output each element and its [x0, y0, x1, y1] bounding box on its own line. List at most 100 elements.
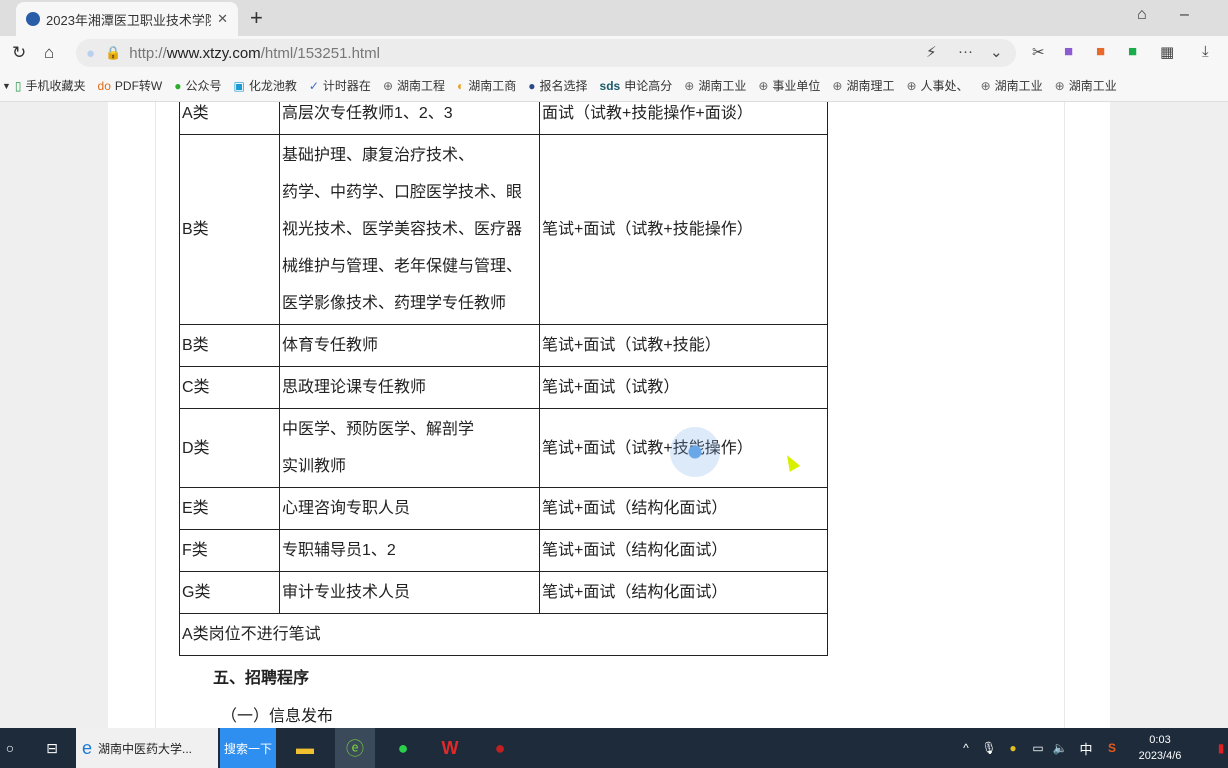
translate-icon[interactable]: ■ [1064, 43, 1073, 60]
ie-icon: e [82, 737, 93, 758]
notification-icon[interactable]: ▮ [1214, 728, 1228, 768]
position-line: 高层次专任教师1、2、3 [282, 105, 453, 122]
tv-icon: ▣ [233, 78, 245, 93]
position-line: 思政理论课专任教师 [282, 379, 427, 396]
bookmark-item[interactable]: ⊕ 人事处、 [906, 77, 968, 94]
reader-icon[interactable]: ■ [1128, 43, 1137, 60]
network-icon[interactable]: ▭ [1028, 728, 1048, 768]
bookmark-item[interactable]: ✓ 计时器在 [309, 77, 371, 94]
scissors-icon[interactable]: ✂ [1032, 43, 1045, 61]
bookmark-label: 湖南工业 [1068, 79, 1117, 93]
bookmark-item[interactable]: ▣ 化龙池教 [234, 77, 297, 94]
url-input[interactable]: ● 🔒 http://www.xtzy.com/html/153251.html [76, 39, 1016, 67]
phone-icon: ▯ [14, 78, 22, 93]
clock[interactable]: 0:03 2023/4/6 [1130, 728, 1190, 768]
bookmark-item[interactable]: ⊕ 湖南工业 [1055, 77, 1117, 94]
exam-method-table: A类 高层次专任教师1、2、3 面试（试教+技能操作+面谈） B类 基础护理、康复治疗技… [179, 102, 828, 656]
position-line: 医学影像技术、药理学专任教师 [282, 295, 507, 312]
address-bar-row: ↻ ⌂ ● 🔒 http://www.xtzy.com/html/153251.… [0, 36, 1228, 70]
category-cell: C类 [179, 366, 280, 409]
more-icon[interactable]: ··· [958, 43, 973, 60]
ime-indicator[interactable]: 中 [1076, 728, 1096, 768]
exam-method-cell: 面试（试教+技能操作+面谈） [539, 102, 828, 135]
exam-method-cell: 笔试+面试（结构化面试） [539, 571, 828, 614]
position-line: 中医学、预防医学、解剖学 [282, 421, 475, 438]
ie-window-label: 湖南中医药大学... [98, 741, 193, 756]
bookmark-item[interactable]: sds 申论高分 [600, 77, 673, 94]
bookmark-item[interactable]: ⊕ 湖南工业 [684, 77, 746, 94]
task-view-icon[interactable]: ⊟ [38, 728, 66, 768]
globe-icon: ⊕ [906, 78, 917, 93]
browser-360-icon[interactable]: ⓔ [335, 728, 375, 768]
wechat-icon[interactable]: ● [385, 728, 421, 768]
subsection-heading: （一）信息发布 [221, 708, 334, 725]
bookmark-item[interactable]: ● 公众号 [174, 77, 221, 94]
bookmark-label: 事业单位 [772, 79, 821, 93]
category-cell: A类 [179, 102, 280, 135]
bookmark-item[interactable]: ◐ 湖南工商 [457, 77, 516, 94]
app-icon[interactable]: ● [482, 728, 518, 768]
wps-icon[interactable]: W [432, 728, 468, 768]
position-cell: 专职辅导员1、2 [279, 529, 540, 572]
globe-icon: ⊕ [980, 78, 991, 93]
bookmark-item[interactable]: ▯ 手机收藏夹 [15, 77, 86, 94]
position-line: 药学、中药学、口腔医学技术、眼 [282, 184, 523, 201]
bookmark-item[interactable]: ⊕ 湖南工业 [981, 77, 1043, 94]
bookmark-label: 手机收藏夹 [25, 79, 86, 93]
table-row: C类 思政理论课专任教师 笔试+面试（试教） [179, 366, 828, 409]
bookmark-item[interactable]: ⊕ 湖南工程 [383, 77, 445, 94]
url-prefix: http:// [129, 44, 167, 62]
reload-icon[interactable]: ↻ [12, 43, 26, 63]
site-icon: ● [86, 44, 96, 62]
category-cell: E类 [179, 487, 280, 530]
tray-plus-icon[interactable]: ● [1004, 728, 1022, 768]
globe-icon: ⊕ [1054, 78, 1065, 93]
position-line: 基础护理、康复治疗技术、 [282, 147, 475, 164]
bookmark-label: 湖南工程 [397, 79, 446, 93]
bookmark-label: 湖南工商 [468, 79, 517, 93]
globe-icon: ⊕ [832, 78, 843, 93]
tray-chevron-icon[interactable]: ^ [956, 728, 976, 768]
position-cell: 思政理论课专任教师 [279, 366, 540, 409]
taskbar-search-button[interactable]: 搜索一下 [220, 728, 276, 768]
taskbar-ie-window[interactable]: e 湖南中医药大学... [76, 728, 218, 768]
table-row: A类 高层次专任教师1、2、3 面试（试教+技能操作+面谈） [179, 102, 828, 135]
bookmark-item[interactable]: do PDF转W [98, 77, 163, 94]
table-row: F类 专职辅导员1、2 笔试+面试（结构化面试） [179, 529, 828, 572]
exam-method-cell: 笔试+面试（结构化面试） [539, 529, 828, 572]
bookmarks-arrow-icon[interactable]: ▼ [2, 81, 11, 91]
tab-title: 2023年湘潭医卫职业技术学院 [46, 12, 212, 28]
color-icon: ◐ [457, 78, 465, 93]
pin-icon[interactable]: ⌂ [1137, 6, 1147, 24]
position-line: 体育专任教师 [282, 337, 379, 354]
file-explorer-icon[interactable]: ▬ [288, 728, 322, 768]
bookmark-item[interactable]: ● 报名选择 [528, 77, 587, 94]
new-tab-button[interactable]: + [250, 5, 263, 31]
position-cell: 中医学、预防医学、解剖学 实训教师 [279, 408, 540, 488]
sogou-icon[interactable]: S [1102, 728, 1122, 768]
browser-tab[interactable]: 2023年湘潭医卫职业技术学院 ✕ [16, 2, 238, 36]
sds-icon: sds [599, 78, 621, 93]
home-icon[interactable]: ⌂ [44, 43, 54, 63]
minimize-button[interactable]: – [1180, 6, 1189, 24]
download-icon[interactable]: ⤓ [1202, 43, 1209, 60]
search-icon[interactable]: ○ [0, 728, 20, 768]
position-line: 械维护与管理、老年保健与管理、 [282, 258, 523, 275]
close-tab-icon[interactable]: ✕ [217, 11, 228, 27]
globe-icon: ⊕ [684, 78, 695, 93]
game-icon[interactable]: ■ [1096, 43, 1105, 60]
timer-icon: ✓ [308, 78, 319, 93]
chevron-down-icon[interactable]: ⌄ [990, 43, 1003, 61]
exam-method-cell: 笔试+面试（试教） [539, 366, 828, 409]
bookmark-label: PDF转W [114, 79, 163, 93]
position-cell: 审计专业技术人员 [279, 571, 540, 614]
microphone-icon[interactable]: 🎙 [980, 728, 998, 768]
url-path: /html/153251.html [260, 44, 380, 62]
volume-icon[interactable]: 🔈 [1050, 728, 1070, 768]
bookmark-item[interactable]: ⊕ 事业单位 [758, 77, 820, 94]
lightning-icon[interactable]: ⚡ [926, 43, 937, 61]
bookmark-item[interactable]: ⊕ 湖南理工 [832, 77, 894, 94]
apps-icon[interactable]: ▦ [1160, 43, 1174, 61]
position-cell: 体育专任教师 [279, 324, 540, 367]
tab-bar: 2023年湘潭医卫职业技术学院 ✕ + ⌂ – [0, 0, 1228, 36]
